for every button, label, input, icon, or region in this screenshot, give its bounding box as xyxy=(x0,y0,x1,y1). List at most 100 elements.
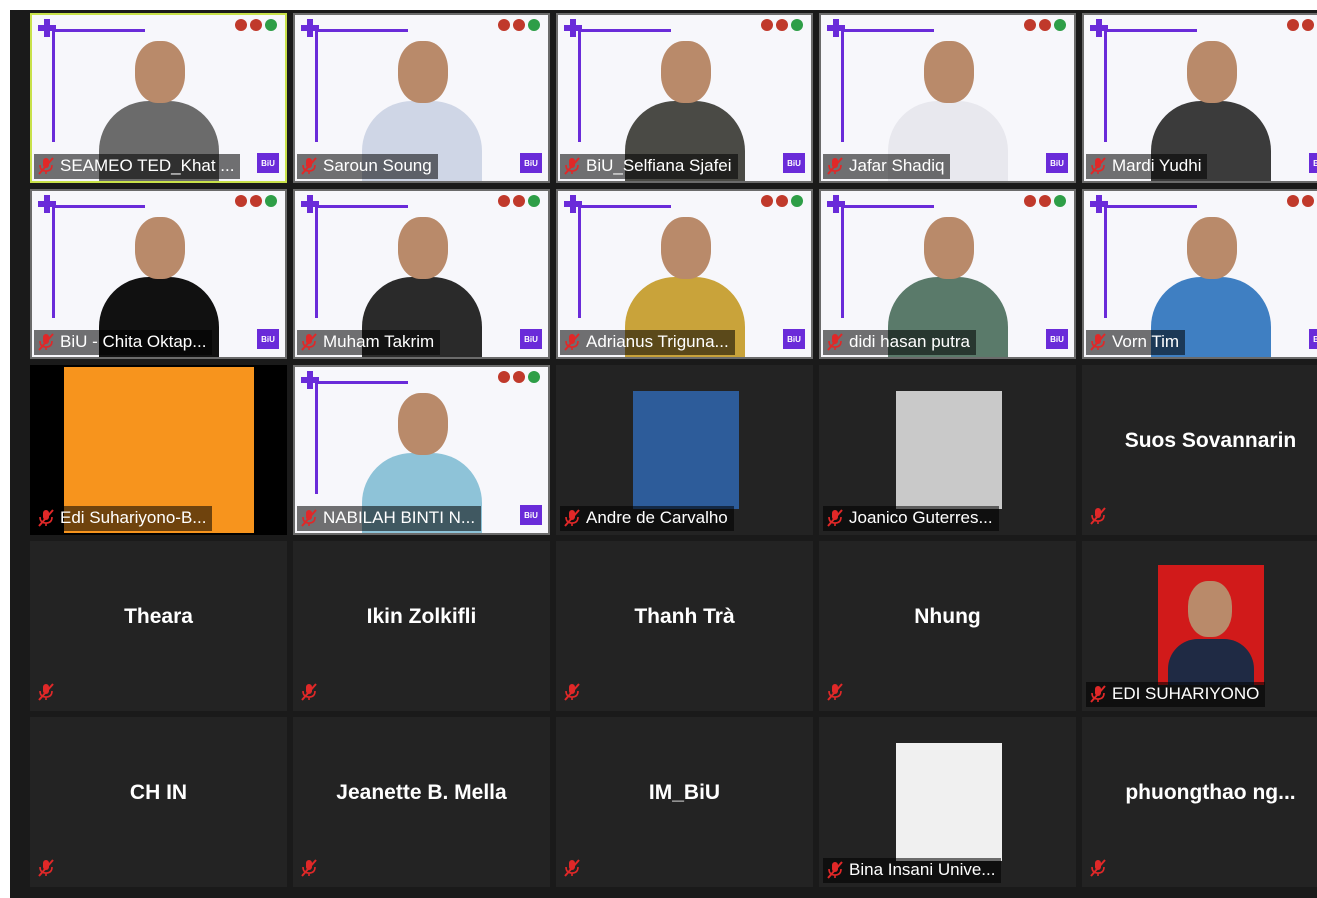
participant-tile[interactable]: Ikin Zolkifli xyxy=(293,541,550,711)
participant-name-label: Muham Takrim xyxy=(297,330,441,355)
participant-name: Andre de Carvalho xyxy=(586,508,728,527)
muted-mic-icon xyxy=(827,509,843,527)
participant-name: BiU_Selfiana Sjafei xyxy=(586,156,732,175)
biu-logo-icon: BiU xyxy=(783,329,805,349)
participant-tile[interactable]: Bina Insani Unive... xyxy=(819,717,1076,887)
partner-logo-icon xyxy=(528,371,540,383)
participant-tile[interactable]: Jeanette B. Mella xyxy=(293,717,550,887)
participant-face xyxy=(397,217,448,279)
participant-name: Joanico Guterres... xyxy=(849,508,993,527)
participant-display-name: phuongthao ng... xyxy=(1125,781,1296,804)
partner-logo-icon xyxy=(528,19,540,31)
profile-picture xyxy=(633,391,739,509)
partner-logo-icon xyxy=(1039,19,1051,31)
partner-logos xyxy=(498,19,540,31)
muted-mic-icon xyxy=(301,157,317,175)
participant-tile[interactable]: BiU Muham Takrim xyxy=(293,189,550,359)
participant-display-name: Thanh Trà xyxy=(634,605,735,628)
participant-tile[interactable]: Thanh Trà xyxy=(556,541,813,711)
window-top-edge xyxy=(0,0,1317,10)
partner-logo-icon xyxy=(776,19,788,31)
participant-tile[interactable]: phuongthao ng... xyxy=(1082,717,1317,887)
participant-tile[interactable]: Suos Sovannarin xyxy=(1082,365,1317,535)
partner-logos xyxy=(1024,19,1066,31)
biu-logo-icon: BiU xyxy=(783,153,805,173)
profile-picture xyxy=(896,391,1002,509)
participant-name: Mardi Yudhi xyxy=(1112,156,1202,175)
participant-name: Saroun Soung xyxy=(323,156,432,175)
participant-display-name: Ikin Zolkifli xyxy=(366,605,477,628)
partner-logo-icon xyxy=(265,195,277,207)
biu-logo-icon: BiU xyxy=(520,329,542,349)
participant-name: EDI SUHARIYONO xyxy=(1112,684,1260,703)
participant-display-name: Suos Sovannarin xyxy=(1124,429,1297,452)
muted-mic-icon xyxy=(301,333,317,351)
participant-face xyxy=(1186,41,1237,103)
muted-mic-icon xyxy=(827,861,843,879)
partner-logo-icon xyxy=(498,371,510,383)
participant-name-label: NABILAH BINTI N... xyxy=(297,506,482,531)
participant-tile[interactable]: BiU Vorn Tim xyxy=(1082,189,1317,359)
participant-tile[interactable]: BiU BiU - Chita Oktap... xyxy=(30,189,287,359)
participant-tile[interactable]: BiU Mardi Yudhi xyxy=(1082,13,1317,183)
partner-logo-icon xyxy=(498,19,510,31)
participant-name: BiU - Chita Oktap... xyxy=(60,332,207,351)
plus-logo-icon xyxy=(827,195,845,213)
window-left-edge xyxy=(0,0,10,898)
participant-tile[interactable]: BiU Saroun Soung xyxy=(293,13,550,183)
muted-mic-icon xyxy=(301,683,317,701)
plus-logo-icon xyxy=(301,371,319,389)
participant-name: Jafar Shadiq xyxy=(849,156,945,175)
participant-tile[interactable]: CH IN xyxy=(30,717,287,887)
plus-logo-icon xyxy=(1090,195,1108,213)
plus-logo-icon xyxy=(564,19,582,37)
partner-logo-icon xyxy=(265,19,277,31)
muted-mic-icon xyxy=(827,683,843,701)
participant-name-label: BiU - Chita Oktap... xyxy=(34,330,213,355)
participant-tile[interactable]: BiU SEAMEO TED_Khat ... xyxy=(30,13,287,183)
participant-name-label: didi hasan putra xyxy=(823,330,976,355)
participant-tile[interactable]: Joanico Guterres... xyxy=(819,365,1076,535)
muted-mic-icon xyxy=(564,157,580,175)
partner-logo-icon xyxy=(1024,195,1036,207)
participant-display-name: Jeanette B. Mella xyxy=(336,781,507,804)
participant-tile[interactable]: BiU NABILAH BINTI N... xyxy=(293,365,550,535)
participant-tile[interactable]: BiU didi hasan putra xyxy=(819,189,1076,359)
biu-logo-icon: BiU xyxy=(520,505,542,525)
participant-name-label: Bina Insani Unive... xyxy=(823,858,1002,883)
participant-tile[interactable]: Nhung xyxy=(819,541,1076,711)
partner-logo-icon xyxy=(528,195,540,207)
participant-name-label: SEAMEO TED_Khat ... xyxy=(34,154,241,179)
participant-tile[interactable]: BiU BiU_Selfiana Sjafei xyxy=(556,13,813,183)
participant-tile[interactable]: Theara xyxy=(30,541,287,711)
partner-logo-icon xyxy=(1287,195,1299,207)
partner-logo-icon xyxy=(791,19,803,31)
partner-logos xyxy=(1287,19,1317,31)
muted-mic-icon xyxy=(1090,507,1106,525)
biu-logo-icon: BiU xyxy=(1046,153,1068,173)
plus-logo-icon xyxy=(564,195,582,213)
muted-mic-icon xyxy=(564,333,580,351)
muted-mic-icon xyxy=(1090,685,1106,703)
participant-tile[interactable]: Edi Suhariyono-B... xyxy=(30,365,287,535)
partner-logo-icon xyxy=(791,195,803,207)
profile-picture-face xyxy=(1188,581,1232,637)
participant-name-label: Andre de Carvalho xyxy=(560,506,734,531)
participant-face xyxy=(660,217,711,279)
participant-tile[interactable]: EDI SUHARIYONO xyxy=(1082,541,1317,711)
muted-mic-icon xyxy=(827,157,843,175)
partner-logo-icon xyxy=(1287,19,1299,31)
participant-face xyxy=(134,217,185,279)
participant-display-name: Theara xyxy=(124,605,193,628)
partner-logo-icon xyxy=(513,371,525,383)
participant-tile[interactable]: Andre de Carvalho xyxy=(556,365,813,535)
participant-tile[interactable]: IM_BiU xyxy=(556,717,813,887)
participant-tile[interactable]: BiU Adrianus Triguna... xyxy=(556,189,813,359)
muted-mic-icon xyxy=(38,157,54,175)
partner-logo-icon xyxy=(776,195,788,207)
participant-name: Bina Insani Unive... xyxy=(849,860,996,879)
plus-logo-icon xyxy=(301,19,319,37)
participant-name-label: Saroun Soung xyxy=(297,154,438,179)
participant-name: Vorn Tim xyxy=(1112,332,1180,351)
participant-tile[interactable]: BiU Jafar Shadiq xyxy=(819,13,1076,183)
